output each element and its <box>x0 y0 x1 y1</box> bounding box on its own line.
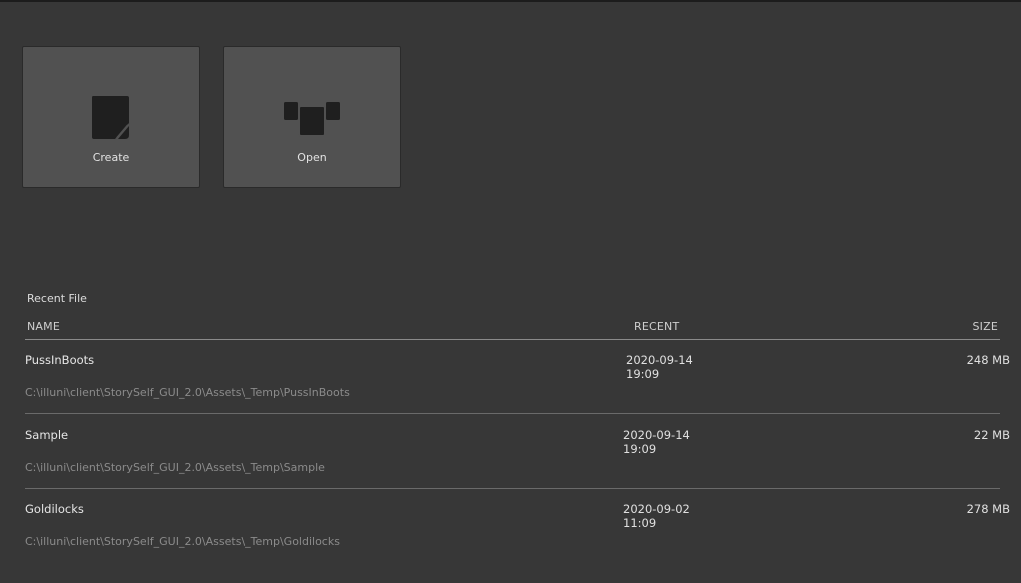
file-size: 248 MB <box>966 353 1010 367</box>
file-time: 19:09 <box>626 367 660 381</box>
column-header-recent[interactable]: RECENT <box>634 320 679 333</box>
column-header-size[interactable]: SIZE <box>972 320 998 333</box>
recent-file-row[interactable]: Sample C:\illuni\client\StorySelf_GUI_2.… <box>0 415 1021 489</box>
file-name: Sample <box>25 428 69 442</box>
file-name: Goldilocks <box>25 502 84 516</box>
recent-file-row[interactable]: Goldilocks C:\illuni\client\StorySelf_GU… <box>0 489 1021 563</box>
recent-file-title: Recent File <box>27 292 87 305</box>
column-header-name[interactable]: NAME <box>27 320 60 333</box>
create-label: Create <box>92 151 130 164</box>
file-path: C:\illuni\client\StorySelf_GUI_2.0\Asset… <box>25 461 325 474</box>
file-path: C:\illuni\client\StorySelf_GUI_2.0\Asset… <box>25 535 340 548</box>
file-time: 19:09 <box>623 442 657 456</box>
file-size: 278 MB <box>966 502 1010 516</box>
file-date: 2020-09-14 <box>626 353 693 367</box>
file-name: PussInBoots <box>25 353 95 367</box>
open-button[interactable]: Open <box>223 46 401 188</box>
new-file-icon <box>92 96 129 139</box>
file-time: 11:09 <box>623 516 657 530</box>
file-path: C:\illuni\client\StorySelf_GUI_2.0\Asset… <box>25 386 350 399</box>
open-files-icon <box>284 102 340 137</box>
file-date: 2020-09-02 <box>623 502 690 516</box>
create-button[interactable]: Create <box>22 46 200 188</box>
row-divider <box>25 413 1000 414</box>
file-date: 2020-09-14 <box>623 428 690 442</box>
file-size: 22 MB <box>973 428 1010 442</box>
window-top-border <box>0 0 1021 2</box>
open-label: Open <box>297 151 327 164</box>
recent-file-row[interactable]: PussInBoots C:\illuni\client\StorySelf_G… <box>0 340 1021 414</box>
